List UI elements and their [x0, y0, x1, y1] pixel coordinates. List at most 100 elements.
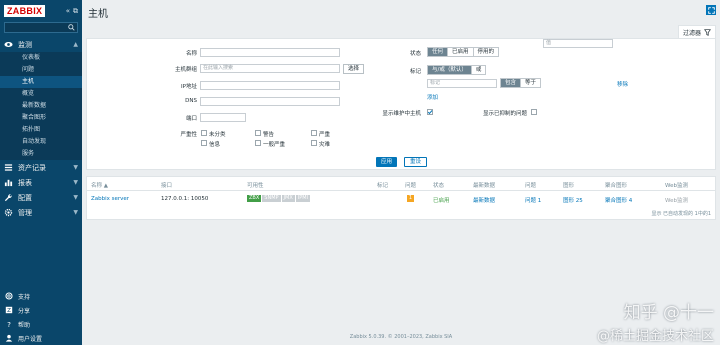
menu-reports[interactable]: 报表 ▼ — [0, 175, 82, 190]
host-interface: 127.0.0.1: 10050 — [161, 196, 209, 202]
severity-not-classified-checkbox[interactable] — [201, 130, 207, 136]
status-toggle: 任何 已启用 停用的 — [427, 47, 500, 57]
sidebar-search-input[interactable] — [4, 22, 78, 33]
port-input[interactable] — [200, 113, 246, 122]
sidebar-bottom: 支持 Z 分享 ? 帮助 用户设置 — [0, 289, 82, 345]
severity-high-checkbox[interactable] — [311, 130, 317, 136]
tag-value-input[interactable]: 值 — [543, 39, 613, 48]
tags-and-or[interactable]: 与/或（默认） — [428, 66, 472, 74]
collapse-sidebar-icon[interactable]: « — [66, 7, 70, 16]
filter-panel: 名称 主机群组 在此输入搜索 选择 IP地址 DNS 端口 严重性 未分类 警告… — [86, 38, 716, 170]
severity-disaster-checkbox[interactable] — [311, 140, 317, 146]
kiosk-mode-icon[interactable]: ⧉ — [73, 7, 78, 16]
tag-remove-link[interactable]: 移除 — [617, 80, 628, 88]
severity-label: 严重性 — [180, 132, 197, 138]
fullscreen-icon — [707, 6, 715, 14]
suppressed-checkbox[interactable] — [531, 109, 537, 115]
submenu-latest-data[interactable]: 最新数据 — [0, 100, 82, 112]
snmp-badge: SNMP — [262, 195, 281, 202]
problem-count-badge[interactable]: 1 — [407, 195, 414, 202]
screens-link[interactable]: 聚合图形 4 — [605, 196, 632, 204]
menu-user-settings[interactable]: 用户设置 — [0, 331, 82, 345]
search-icon — [68, 24, 75, 31]
ipmi-badge: IPMI — [295, 195, 311, 202]
menu-share[interactable]: Z 分享 — [0, 303, 82, 317]
reset-button[interactable]: 重设 — [404, 157, 428, 167]
menu-support[interactable]: 支持 — [0, 289, 82, 303]
host-status[interactable]: 已启用 — [433, 196, 450, 204]
hosts-table: 名称 ▲ 接口 可用性 标记 问题 状态 最新数据 问题 图形 聚合图形 Web… — [86, 176, 716, 220]
maintenance-label: 显示维护中主机 — [382, 111, 421, 117]
svg-text:?: ? — [7, 320, 11, 328]
status-disabled[interactable]: 停用的 — [473, 48, 499, 56]
severity-average-checkbox[interactable] — [255, 140, 261, 146]
submenu-problems[interactable]: 问题 — [0, 64, 82, 76]
watermark: 知乎 @十一 @稀土掘金技术社区 — [596, 303, 714, 344]
select-group-button[interactable]: 选择 — [343, 64, 364, 74]
main-content: 主机 过滤器 名称 主机群组 在此输入搜索 选择 IP地址 DNS 端口 严重性… — [82, 0, 720, 345]
tag-op-equals[interactable]: 等于 — [521, 79, 541, 87]
user-icon — [4, 334, 13, 343]
submenu-hosts[interactable]: 主机 — [0, 76, 82, 88]
submenu-discovery[interactable]: 自动发现 — [0, 136, 82, 148]
web-link: Web监测 — [665, 198, 688, 204]
host-group-input[interactable]: 在此输入搜索 — [200, 64, 340, 73]
menu-monitoring[interactable]: 监测 ▲ — [0, 37, 82, 52]
col-web: Web监测 — [665, 183, 688, 189]
severity-warning-checkbox[interactable] — [255, 130, 261, 136]
submenu-overview[interactable]: 概览 — [0, 88, 82, 100]
col-graphs: 图形 — [563, 183, 575, 189]
ip-input[interactable] — [200, 81, 340, 90]
name-input[interactable] — [200, 48, 340, 57]
apply-button[interactable]: 应用 — [376, 157, 398, 167]
chevron-down-icon: ▼ — [73, 194, 78, 201]
tag-op-contains[interactable]: 包含 — [501, 79, 522, 87]
submenu-screens[interactable]: 聚合图形 — [0, 112, 82, 124]
submenu-services[interactable]: 服务 — [0, 148, 82, 160]
support-icon — [4, 292, 13, 301]
chevron-up-icon: ▲ — [73, 41, 78, 48]
severity-information-checkbox[interactable] — [201, 140, 207, 146]
page-title: 主机 — [88, 9, 108, 20]
tag-add-link[interactable]: 添加 — [427, 93, 438, 101]
ip-label: IP地址 — [181, 84, 197, 90]
menu-help[interactable]: ? 帮助 — [0, 317, 82, 331]
monitoring-submenu: 仪表板 问题 主机 概览 最新数据 聚合图形 拓扑图 自动发现 服务 — [0, 52, 82, 160]
sidebar: ZABBIX « ⧉ 监测 ▲ 仪表板 问题 主机 概览 最新数据 聚合图形 拓… — [0, 0, 82, 345]
fullscreen-button[interactable] — [706, 5, 716, 15]
host-name-link[interactable]: Zabbix server — [91, 196, 129, 202]
graphs-link[interactable]: 图形 25 — [563, 196, 583, 204]
menu-administration[interactable]: 管理 ▼ — [0, 205, 82, 220]
maintenance-checkbox[interactable] — [427, 109, 433, 115]
svg-text:Z: Z — [7, 308, 11, 314]
port-label: 端口 — [185, 116, 197, 122]
submenu-dashboard[interactable]: 仪表板 — [0, 52, 82, 64]
status-any[interactable]: 任何 — [428, 48, 449, 56]
chevron-down-icon: ▼ — [73, 164, 78, 171]
wrench-icon — [4, 193, 13, 202]
share-icon: Z — [4, 306, 13, 315]
col-name-sort[interactable]: 名称 ▲ — [91, 181, 108, 189]
filter-tab[interactable]: 过滤器 — [677, 25, 716, 38]
col-interface[interactable]: 接口 — [161, 181, 172, 189]
col-availability: 可用性 — [247, 183, 264, 189]
availability-badges: ZBX SNMP JMX IPMI — [247, 195, 311, 202]
tags-or[interactable]: 或 — [471, 66, 486, 74]
chevron-down-icon: ▼ — [73, 179, 78, 186]
col-latest-data: 最新数据 — [473, 183, 496, 189]
menu-configuration[interactable]: 配置 ▼ — [0, 190, 82, 205]
col-screens: 聚合图形 — [605, 183, 628, 189]
problems-link[interactable]: 问题 1 — [525, 196, 541, 204]
zabbix-logo[interactable]: ZABBIX — [4, 5, 46, 17]
filter-icon — [704, 28, 711, 36]
dns-input[interactable] — [200, 97, 340, 106]
status-enabled[interactable]: 已启用 — [448, 48, 474, 56]
tag-name-input[interactable]: 标记 — [427, 79, 497, 88]
submenu-maps[interactable]: 拓扑图 — [0, 124, 82, 136]
gear-icon — [4, 208, 13, 217]
menu-inventory[interactable]: 资产记录 ▼ — [0, 160, 82, 175]
chart-icon — [4, 178, 13, 187]
latest-data-link[interactable]: 最新数据 — [473, 196, 495, 204]
help-icon: ? — [4, 320, 13, 329]
col-status[interactable]: 状态 — [433, 181, 444, 189]
